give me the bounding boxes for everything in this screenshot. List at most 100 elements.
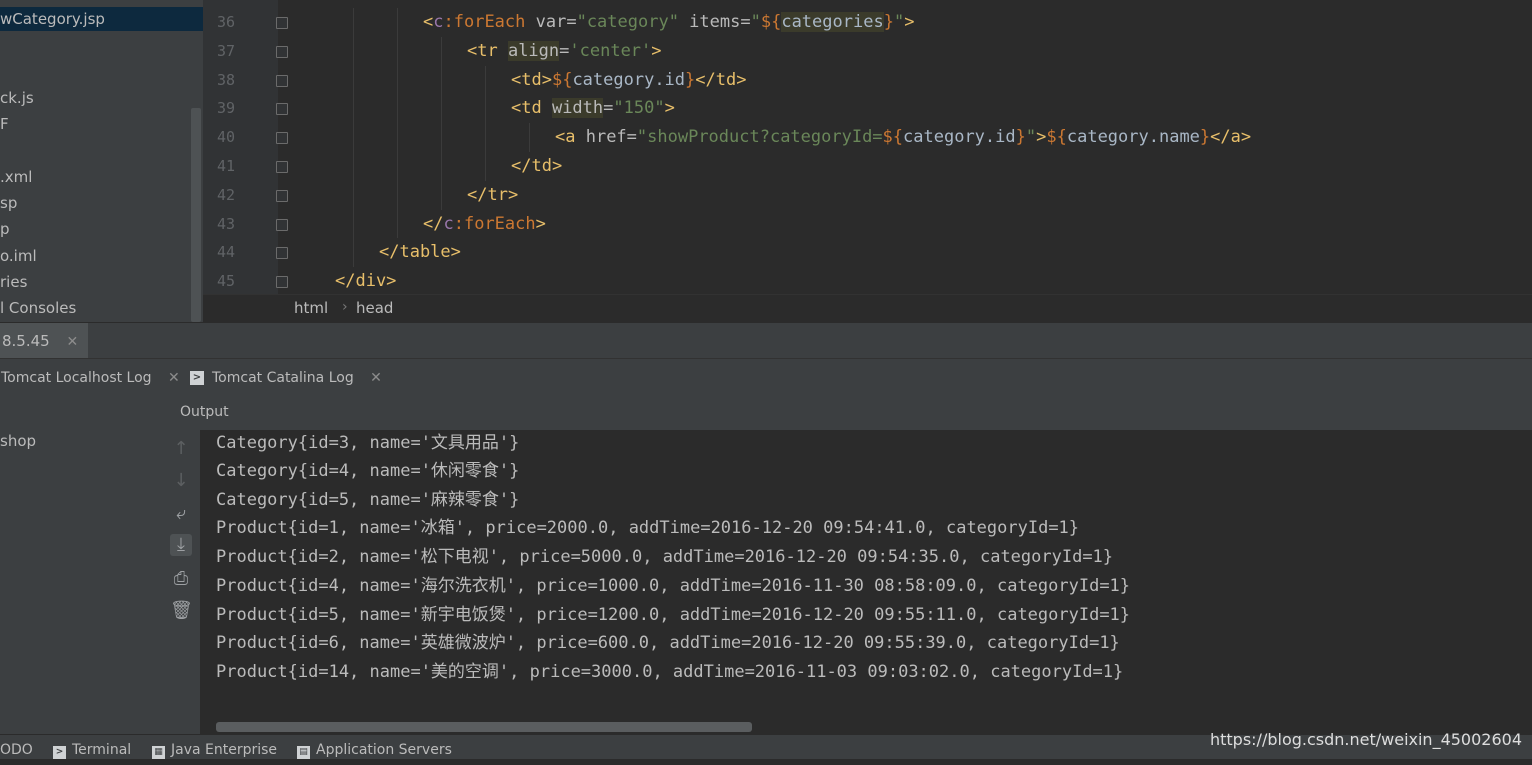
code-token: </a> (1210, 127, 1252, 148)
console-toolbar: ↑ ↓ ⤶ ⤓ ⎙ 🗑 (163, 430, 200, 734)
console-line: Category{id=5, name='麻辣零食'} (216, 490, 520, 510)
indent-guide (352, 180, 354, 210)
code-token: category.id (903, 127, 1016, 148)
code-token: <td> (511, 69, 552, 90)
code-editor[interactable]: 36 37 38 39 40 41 42 43 44 45 <c:forEach var="cat… (203, 0, 1532, 294)
fold-marker-icon[interactable] (276, 161, 288, 173)
code-token: category.id (572, 69, 686, 90)
code-token: } (1199, 127, 1211, 148)
close-icon[interactable]: ✕ (67, 334, 79, 350)
indent-guide (484, 65, 486, 95)
trash-icon[interactable]: 🗑 (170, 600, 193, 622)
indent-guide (440, 180, 442, 210)
deployment-panel: shop (0, 396, 164, 734)
fold-marker-icon[interactable] (276, 189, 288, 202)
code-line: <td>${category.id}</td> (511, 66, 746, 94)
bottom-tool-bar: ODO > Terminal ▦ Java Enterprise ▤ Applicat… (0, 732, 1532, 759)
indent-guide (440, 36, 442, 66)
tab-output[interactable]: Output (180, 404, 229, 420)
indent-guide (396, 180, 398, 210)
close-icon[interactable]: ✕ (168, 370, 180, 386)
editor-gutter: 36 37 38 39 40 41 42 43 44 45 (203, 0, 278, 294)
application-servers-tool-button[interactable]: ▤ Application Servers (297, 735, 452, 759)
line-number: 36 (216, 13, 235, 31)
close-icon[interactable]: ✕ (370, 370, 382, 386)
todo-label: ODO (0, 742, 33, 758)
code-token: categories (781, 12, 884, 32)
todo-tool-button[interactable]: ODO (0, 735, 33, 759)
project-tree-scrollbar[interactable] (191, 108, 201, 322)
indent-guide (396, 94, 398, 124)
code-token: <td (511, 98, 552, 119)
indent-guide (352, 94, 354, 124)
line-number: 39 (216, 99, 235, 118)
line-number: 42 (216, 185, 235, 204)
indent-guide (352, 209, 354, 239)
console-output[interactable]: Category{id=3, name='文具用品'} Category{id=… (200, 430, 1532, 734)
tab-tomcat-localhost-log-label: Tomcat Localhost Log (1, 370, 152, 386)
indent-guide (352, 65, 354, 95)
fold-marker-icon[interactable] (276, 276, 288, 289)
console-horizontal-scrollbar[interactable] (216, 722, 752, 732)
breadcrumb-head[interactable]: head (356, 299, 393, 317)
tab-tomcat-catalina-log[interactable]: > Tomcat Catalina Log ✕ (190, 359, 382, 397)
java-enterprise-tool-button[interactable]: ▦ Java Enterprise (152, 735, 277, 759)
code-token: > (1036, 127, 1047, 148)
line-number: 44 (216, 243, 235, 262)
code-token: category.name (1066, 127, 1200, 148)
run-window-header: 8.5.45 ✕ (0, 322, 1532, 359)
code-token: = (559, 40, 570, 61)
tree-item-inf[interactable]: F (0, 112, 9, 136)
line-number: 41 (216, 157, 235, 175)
indent-guide (484, 94, 486, 124)
tree-item-consoles[interactable]: l Consoles (0, 296, 76, 320)
arrow-down-icon[interactable]: ↓ (170, 470, 192, 492)
application-servers-label: Application Servers (316, 742, 452, 758)
fold-marker-icon[interactable] (276, 74, 288, 87)
indent-guide (396, 152, 398, 181)
line-number: 40 (216, 128, 235, 147)
code-token: href= (585, 127, 637, 148)
code-token: </table> (379, 242, 461, 263)
tree-item-libraries[interactable]: ries (0, 270, 27, 294)
scroll-to-end-icon[interactable]: ⤓ (170, 534, 192, 556)
arrow-up-icon[interactable]: ↑ (170, 438, 192, 460)
fold-marker-icon[interactable] (276, 132, 288, 145)
code-token: <tr (467, 40, 508, 61)
fold-marker-icon[interactable] (276, 17, 288, 29)
code-token: > (651, 40, 662, 61)
tree-item-jsp-2[interactable]: p (0, 217, 10, 241)
terminal-tool-button[interactable]: > Terminal (53, 735, 131, 759)
tree-item-jsp-1[interactable]: sp (0, 191, 17, 215)
code-token: width (551, 98, 604, 119)
code-token: c (443, 213, 454, 234)
fold-marker-icon[interactable] (276, 103, 288, 116)
terminal-icon: > (53, 746, 66, 759)
tab-tomcat-localhost-log[interactable]: Tomcat Localhost Log ✕ (1, 359, 180, 397)
fold-marker-icon[interactable] (276, 247, 288, 260)
line-number: 45 (216, 272, 235, 291)
tree-item-xml[interactable]: .xml (0, 165, 32, 189)
tree-item-iml[interactable]: o.iml (0, 244, 37, 268)
indent-guide (396, 36, 398, 66)
print-icon[interactable]: ⎙ (170, 568, 192, 590)
run-config-tab[interactable]: 8.5.45 ✕ (0, 323, 89, 359)
indent-guide (396, 65, 398, 95)
tree-item-viewcategory[interactable]: wCategory.jsp (0, 7, 203, 31)
indent-guide (440, 123, 442, 152)
tree-item-js[interactable]: ck.js (0, 86, 34, 110)
code-token: </tr> (467, 184, 519, 205)
soft-wrap-icon[interactable]: ⤶ (170, 503, 192, 525)
fold-marker-icon[interactable] (276, 218, 288, 231)
code-line: </div> (335, 267, 396, 294)
output-header: Output (163, 396, 1532, 431)
deployment-item-shop[interactable]: shop (0, 432, 36, 450)
breadcrumb-html[interactable]: html (294, 299, 328, 317)
code-token: c (433, 12, 444, 32)
fold-marker-icon[interactable] (276, 45, 288, 58)
code-token: </ (423, 213, 444, 234)
code-line: <tr align='center'> (467, 37, 662, 65)
indent-guide (484, 123, 486, 152)
indent-guide (352, 152, 354, 181)
indent-guide (396, 123, 398, 152)
